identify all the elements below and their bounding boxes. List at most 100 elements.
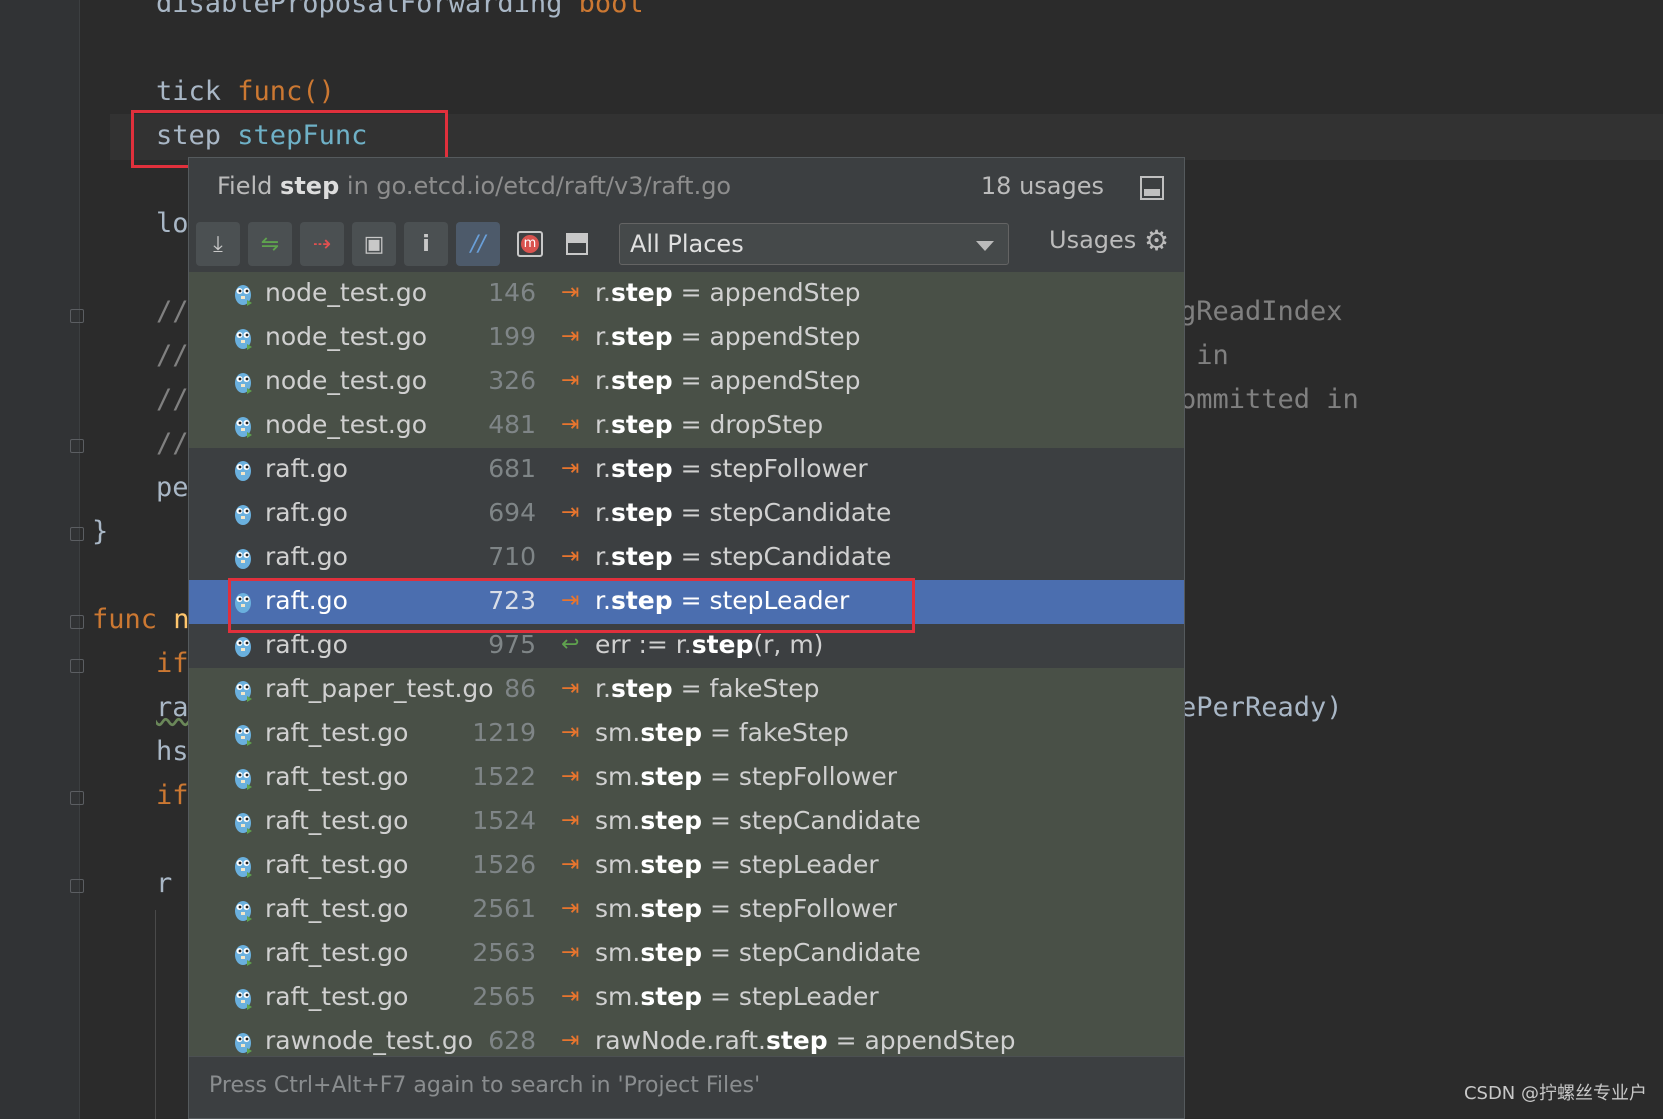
usage-code: r.step = stepLeader — [595, 586, 850, 615]
fold-marker-icon[interactable] — [70, 659, 84, 673]
usage-row[interactable]: node_test.go 326 ⇥ r.step = appendStep — [189, 360, 1184, 404]
popup-header: Field step in go.etcd.io/etcd/raft/v3/ra… — [189, 158, 1184, 216]
usage-file-name: raft_test.go — [265, 718, 409, 747]
go-file-icon — [235, 285, 252, 306]
usage-code: sm.step = stepCandidate — [595, 938, 921, 967]
usage-line-number: 1219 — [472, 718, 536, 747]
usage-code: sm.step = fakeStep — [595, 718, 849, 747]
write-access-icon: ⇥ — [561, 544, 580, 569]
usage-row[interactable]: raft_test.go 1526 ⇥ sm.step = stepLeader — [189, 844, 1184, 888]
expand-all-icon[interactable]: ⤓ — [196, 222, 240, 266]
usage-line-number: 694 — [488, 498, 536, 527]
usage-line-number: 723 — [488, 586, 536, 615]
usage-row[interactable]: raft.go 681 ⇥ r.step = stepFollower — [189, 448, 1184, 492]
pin-icon[interactable] — [1140, 176, 1164, 200]
code-fragment: in — [1180, 340, 1229, 371]
usage-row[interactable]: raft.go 694 ⇥ r.step = stepCandidate — [189, 492, 1184, 536]
usage-row[interactable]: raft_paper_test.go 86 ⇥ r.step = fakeStep — [189, 668, 1184, 712]
code-line-step-field[interactable]: step stepFunc — [156, 114, 367, 158]
usage-row[interactable]: raft_test.go 2563 ⇥ sm.step = stepCandidate — [189, 932, 1184, 976]
usage-row[interactable]: raft_test.go 1524 ⇥ sm.step = stepCandidate — [189, 800, 1184, 844]
code-line: pe — [156, 472, 189, 503]
fold-marker-icon[interactable] — [70, 439, 84, 453]
usage-line-number: 628 — [488, 1026, 536, 1055]
go-file-icon — [235, 1033, 252, 1054]
usage-file-name: rawnode_test.go — [265, 1026, 474, 1055]
write-access-icon: ⇥ — [561, 940, 580, 965]
code-line: lo — [156, 208, 189, 239]
fold-marker-icon[interactable] — [70, 879, 84, 893]
usage-code: sm.step = stepFollower — [595, 894, 898, 923]
usage-row[interactable]: raft.go 723 ⇥ r.step = stepLeader — [189, 580, 1184, 624]
usage-code: r.step = appendStep — [595, 322, 861, 351]
go-file-icon — [235, 505, 251, 525]
usage-line-number: 1524 — [472, 806, 536, 835]
usage-row[interactable]: raft_test.go 2565 ⇥ sm.step = stepLeader — [189, 976, 1184, 1020]
go-file-icon — [235, 901, 252, 922]
usage-file-name: raft.go — [265, 498, 348, 527]
usage-line-number: 146 — [488, 278, 536, 307]
usage-file-name: raft_test.go — [265, 850, 409, 879]
usage-code: r.step = dropStep — [595, 410, 824, 439]
usage-row[interactable]: raft.go 710 ⇥ r.step = stepCandidate — [189, 536, 1184, 580]
write-access-icon: ⇥ — [561, 984, 580, 1009]
go-file-icon — [235, 461, 251, 481]
go-file-icon — [235, 417, 252, 438]
info-icon[interactable]: i — [404, 222, 448, 266]
usage-row[interactable]: raft.go 975 ↩ err := r.step(r, m) — [189, 624, 1184, 668]
preview-icon[interactable] — [555, 222, 599, 266]
usage-code: r.step = stepFollower — [595, 454, 868, 483]
code-line: } — [92, 516, 109, 547]
group-by-method-icon[interactable]: m — [508, 222, 552, 266]
usage-line-number: 2563 — [472, 938, 536, 967]
usages-label: Usages — [1049, 226, 1137, 254]
usage-file-name: raft_test.go — [265, 982, 409, 1011]
chevron-down-icon — [976, 241, 994, 251]
write-access-icon: ⇥ — [561, 720, 580, 745]
group-by-directory-icon[interactable]: ▣ — [352, 222, 396, 266]
go-file-icon — [235, 549, 251, 569]
usage-row[interactable]: node_test.go 146 ⇥ r.step = appendStep — [189, 272, 1184, 316]
usage-row[interactable]: raft_test.go 2561 ⇥ sm.step = stepFollower — [189, 888, 1184, 932]
go-file-icon — [235, 373, 252, 394]
usage-line-number: 1526 — [472, 850, 536, 879]
write-access-icon: ⇥ — [561, 368, 580, 393]
write-access-icon: ⇥ — [561, 1028, 580, 1053]
write-access-icon: ⇥ — [561, 676, 580, 701]
write-access-icon: ⇥ — [561, 808, 580, 833]
fold-marker-icon[interactable] — [70, 309, 84, 323]
usage-file-name: raft.go — [265, 586, 348, 615]
fold-marker-icon[interactable] — [70, 615, 84, 629]
read-access-icon[interactable]: ⇋ — [248, 222, 292, 266]
usage-code: r.step = stepCandidate — [595, 498, 892, 527]
go-file-icon — [235, 857, 252, 878]
usage-code: sm.step = stepLeader — [595, 850, 879, 879]
code-line: func n — [92, 604, 190, 635]
usage-line-number: 86 — [504, 674, 536, 703]
fold-marker-icon[interactable] — [70, 527, 84, 541]
usage-code: err := r.step(r, m) — [595, 630, 824, 659]
scope-dropdown[interactable]: All Places — [619, 223, 1009, 265]
merge-icon[interactable]: // — [456, 222, 500, 266]
usage-file-name: raft.go — [265, 542, 348, 571]
usage-file-name: raft.go — [265, 454, 348, 483]
usage-row[interactable]: node_test.go 481 ⇥ r.step = dropStep — [189, 404, 1184, 448]
usage-file-name: node_test.go — [265, 366, 428, 395]
usage-code: r.step = appendStep — [595, 366, 861, 395]
fold-marker-icon[interactable] — [70, 791, 84, 805]
usage-row[interactable]: raft_test.go 1219 ⇥ sm.step = fakeStep — [189, 712, 1184, 756]
gear-icon[interactable]: ⚙ — [1144, 226, 1169, 256]
usage-file-name: raft_test.go — [265, 806, 409, 835]
usage-row[interactable]: raft_test.go 1522 ⇥ sm.step = stepFollower — [189, 756, 1184, 800]
write-access-icon[interactable]: ⇢ — [300, 222, 344, 266]
usage-line-number: 710 — [488, 542, 536, 571]
usage-row[interactable]: node_test.go 199 ⇥ r.step = appendStep — [189, 316, 1184, 360]
gutter-separator — [79, 0, 80, 1119]
code-line: if — [156, 648, 189, 679]
usage-line-number: 975 — [488, 630, 536, 659]
usage-line-number: 481 — [488, 410, 536, 439]
usage-code: r.step = fakeStep — [595, 674, 820, 703]
write-access-icon: ⇥ — [561, 852, 580, 877]
write-access-icon: ⇥ — [561, 280, 580, 305]
usages-count: 18 usages — [980, 172, 1104, 200]
